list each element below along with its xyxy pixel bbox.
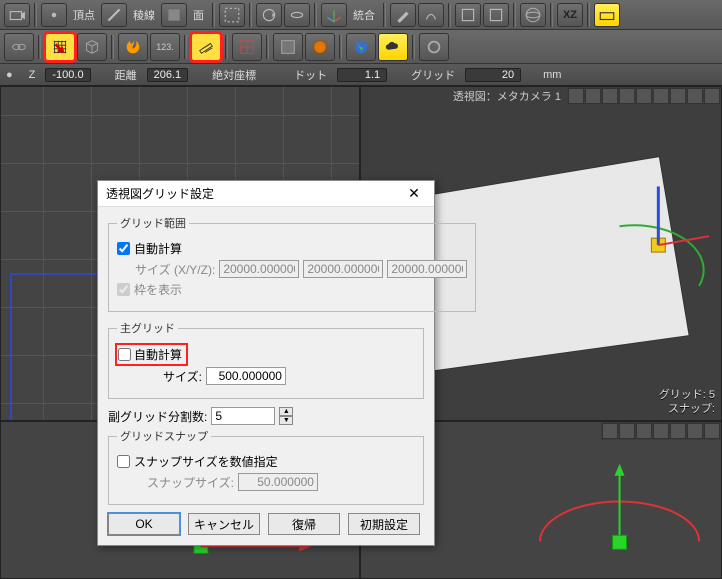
dialog-titlebar[interactable]: 透視図グリッド設定 ✕ (98, 181, 434, 207)
circle-icon[interactable] (419, 33, 449, 61)
globe-icon[interactable] (520, 3, 546, 27)
render-icon[interactable] (305, 33, 335, 61)
cancel-button[interactable]: キャンセル (188, 513, 260, 535)
axis-label: Z (23, 69, 42, 81)
dialog-title-text: 透視図グリッド設定 (106, 185, 214, 202)
main-auto-checkbox[interactable] (118, 348, 131, 361)
merge-label: 統合 (353, 7, 375, 23)
box-a-icon[interactable] (455, 3, 481, 27)
face-mode-icon[interactable] (161, 3, 187, 27)
main-grid-group: 主グリッド 自動計算 サイズ: (108, 320, 424, 399)
revert-button[interactable]: 復帰 (268, 513, 340, 535)
subgrid-spinner[interactable]: ▲▼ (279, 407, 293, 425)
thumbnail-icon[interactable] (273, 33, 303, 61)
coord-system-label[interactable]: 絶対座標 (206, 67, 262, 83)
size-y-input (303, 260, 383, 278)
distance-value[interactable]: 206.1 (147, 68, 189, 82)
grid-value[interactable]: 20 (465, 68, 521, 82)
grid-range-legend: グリッド範囲 (117, 215, 189, 231)
grid-snap-toggle[interactable] (45, 33, 75, 61)
dot-label: ドット (288, 67, 333, 83)
marquee-icon[interactable] (219, 3, 245, 27)
main-toolbar-row2: 123. (0, 30, 722, 64)
vertex-mode-icon[interactable] (41, 3, 67, 27)
grid-range-group: グリッド範囲 自動計算 サイズ (X/Y/Z): 枠を表示 (108, 215, 476, 312)
loop-icon[interactable] (256, 3, 282, 27)
numeric-input-icon[interactable]: 123. (150, 33, 180, 61)
edge-mode-label: 稜線 (133, 7, 155, 23)
ok-button[interactable]: OK (108, 513, 180, 535)
size-xyz-label: サイズ (X/Y/Z): (135, 261, 215, 278)
unit-label[interactable]: mm (537, 69, 567, 81)
main-auto-label: 自動計算 (134, 346, 182, 363)
grid-snap-group: グリッドスナップ スナップサイズを数値指定 スナップサイズ: (108, 428, 424, 505)
dot-value[interactable]: 1.1 (337, 68, 387, 82)
defaults-button[interactable]: 初期設定 (348, 513, 420, 535)
snap-plane-icon[interactable] (594, 3, 620, 27)
main-size-input[interactable] (206, 367, 286, 385)
cloud-icon[interactable] (378, 33, 408, 61)
goggles-icon[interactable] (4, 33, 34, 61)
face-mode-label: 面 (193, 7, 204, 23)
size-z-input (387, 260, 467, 278)
tool-camera-icon[interactable] (4, 3, 30, 27)
viewport-status-overlay: グリッド: 5 スナップ: (659, 388, 715, 416)
plane-grid-toggle[interactable] (191, 33, 221, 61)
main-auto-highlight: 自動計算 (117, 345, 186, 364)
snap-size-input (238, 473, 318, 491)
grid-info-text: グリッド: 5 (659, 388, 715, 402)
close-icon[interactable]: ✕ (402, 185, 426, 202)
range-auto-label: 自動計算 (134, 240, 182, 257)
cube-snap-icon[interactable] (77, 33, 107, 61)
grid-settings-dialog: 透視図グリッド設定 ✕ グリッド範囲 自動計算 サイズ (X/Y/Z): 枠を表… (97, 180, 435, 546)
lasso-icon[interactable] (284, 3, 310, 27)
grid-snap-legend: グリッドスナップ (117, 428, 211, 444)
snap-info-text: スナップ: (659, 402, 715, 416)
spin-up-icon: ▲ (279, 407, 293, 416)
wand-icon[interactable] (390, 3, 416, 27)
fire-icon[interactable] (118, 33, 148, 61)
status-indicator: ● (0, 69, 19, 81)
axis-value[interactable]: -100.0 (45, 68, 90, 82)
main-toolbar-row1: 頂点 稜線 面 統合 XZ (0, 0, 722, 30)
edge-mode-icon[interactable] (101, 3, 127, 27)
subgrid-input[interactable] (211, 407, 275, 425)
paint-icon[interactable] (418, 3, 444, 27)
box-b-icon[interactable] (483, 3, 509, 27)
snap-numeric-checkbox[interactable] (117, 455, 130, 468)
snap-size-label: スナップサイズ: (147, 474, 234, 491)
axis-widget-icon[interactable] (321, 3, 347, 27)
status-bar: ● Z -100.0 距離 206.1 絶対座標 ドット 1.1 グリッド 20… (0, 64, 722, 86)
dialog-button-row: OK キャンセル 復帰 初期設定 (108, 513, 424, 535)
grid-simple-icon[interactable] (232, 33, 262, 61)
main-grid-legend: 主グリッド (117, 320, 178, 336)
xz-plane-button[interactable]: XZ (557, 3, 583, 27)
distance-label: 距離 (109, 67, 143, 83)
vertex-mode-label: 頂点 (73, 7, 95, 23)
grid-label: グリッド (405, 67, 461, 83)
earth-icon[interactable] (346, 33, 376, 61)
range-auto-checkbox[interactable] (117, 242, 130, 255)
show-frame-label: 枠を表示 (134, 281, 182, 298)
show-frame-checkbox (117, 283, 130, 296)
size-x-input (219, 260, 299, 278)
spin-down-icon: ▼ (279, 416, 293, 425)
main-size-label: サイズ: (163, 368, 202, 385)
snap-numeric-label: スナップサイズを数値指定 (134, 453, 278, 470)
subgrid-label: 副グリッド分割数: (108, 408, 207, 425)
